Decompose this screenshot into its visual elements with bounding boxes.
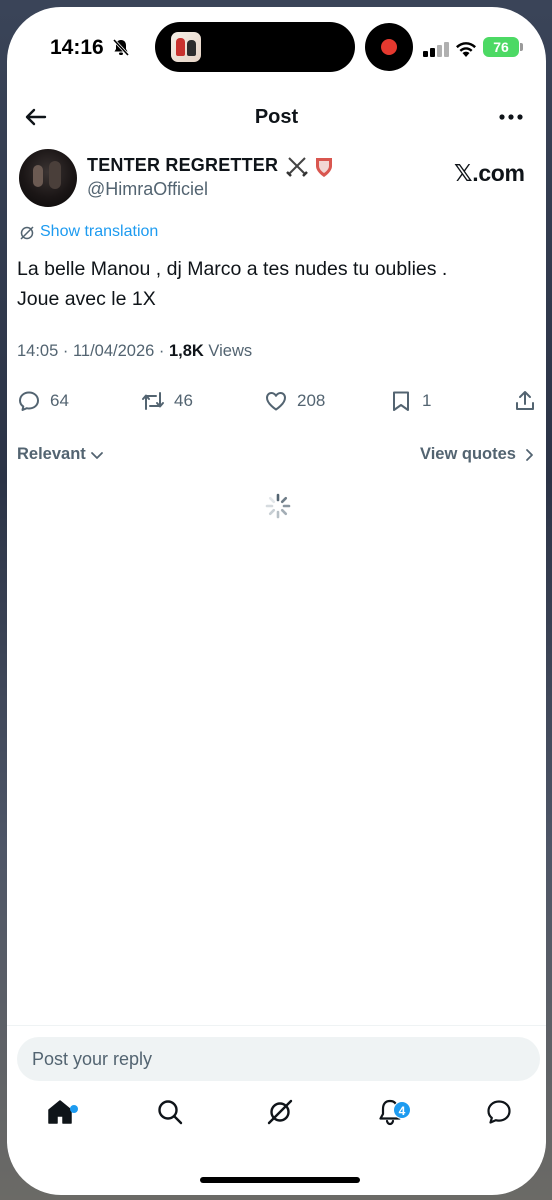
- bottom-tab-bar: [7, 1097, 546, 1147]
- reply-button[interactable]: 64: [17, 381, 69, 421]
- bookmark-button[interactable]: 1: [389, 381, 431, 421]
- grok-icon: [267, 1099, 293, 1125]
- views-label: Views: [203, 342, 253, 360]
- translate-icon: [20, 226, 34, 240]
- bell-slash-icon: [112, 38, 130, 57]
- post-text: La belle Manou , dj Marco a tes nudes tu…: [17, 254, 527, 314]
- reply-icon: [19, 391, 39, 411]
- messages-icon: [487, 1100, 511, 1124]
- name-emoji: [286, 155, 334, 179]
- post-text-line-2: Joue avec le 1X: [17, 288, 156, 310]
- sort-label: Relevant: [17, 445, 86, 463]
- share-icon: [516, 391, 534, 410]
- author-handle[interactable]: @HimraOfficiel: [87, 179, 208, 200]
- reply-input[interactable]: Post your reply: [17, 1037, 540, 1081]
- screen-recording-indicator[interactable]: [365, 23, 413, 71]
- share-button[interactable]: [513, 381, 537, 421]
- view-quotes-link[interactable]: View quotes: [420, 445, 536, 464]
- like-icon: [266, 392, 286, 411]
- like-count: 208: [297, 391, 326, 410]
- battery-tip: [520, 43, 523, 51]
- home-indicator[interactable]: [200, 1177, 360, 1183]
- chevron-down-icon: [90, 451, 103, 459]
- app-activity-icon: [171, 32, 201, 62]
- loading-spinner-icon: [265, 493, 291, 519]
- signal-icon: [423, 41, 449, 57]
- reply-divider: [7, 1025, 546, 1026]
- post-header: Post: [7, 91, 546, 141]
- action-bar: 64 46 208 1: [7, 381, 546, 421]
- bookmark-icon: [393, 391, 409, 411]
- notifications-badge: 4: [393, 1101, 411, 1119]
- status-bar: 14:16 76: [7, 7, 546, 87]
- views-count[interactable]: 1,8K: [169, 342, 204, 360]
- reply-count: 64: [50, 391, 69, 410]
- repost-icon: [142, 392, 164, 410]
- avatar[interactable]: [19, 149, 77, 207]
- status-time: 14:16: [50, 36, 104, 59]
- tab-search[interactable]: [155, 1097, 185, 1127]
- search-icon: [158, 1100, 183, 1125]
- tab-messages[interactable]: [484, 1097, 514, 1127]
- more-icon[interactable]: [497, 104, 525, 130]
- author-display-name[interactable]: TENTER REGRETTER: [87, 155, 278, 176]
- page-title: Post: [254, 106, 299, 128]
- repost-button[interactable]: 46: [141, 381, 193, 421]
- dynamic-island[interactable]: [155, 22, 355, 72]
- wifi-icon: [456, 42, 476, 57]
- post-meta: 14:05 · 11/04/2026 · 1,8K Views: [17, 342, 252, 361]
- chevron-right-icon: [526, 448, 533, 461]
- view-quotes-label: View quotes: [420, 445, 516, 463]
- post-text-line-1: La belle Manou , dj Marco a tes nudes tu…: [17, 258, 448, 280]
- record-icon: [381, 39, 397, 55]
- bookmark-count: 1: [422, 391, 432, 410]
- like-button[interactable]: 208: [264, 381, 325, 421]
- home-unread-dot: [70, 1105, 78, 1113]
- repost-count: 46: [174, 391, 193, 410]
- sort-dropdown[interactable]: Relevant: [17, 445, 104, 464]
- battery-icon: 76: [483, 37, 519, 57]
- show-translation-link[interactable]: Show translation: [40, 223, 158, 241]
- phone-screen: 14:16 76 Post TENTER REGRETTER @HimraOff…: [7, 7, 546, 1195]
- tab-grok[interactable]: [265, 1097, 295, 1127]
- x-watermark: 𝕏.com: [454, 160, 525, 186]
- post-timestamp: 14:05 · 11/04/2026 ·: [17, 342, 169, 360]
